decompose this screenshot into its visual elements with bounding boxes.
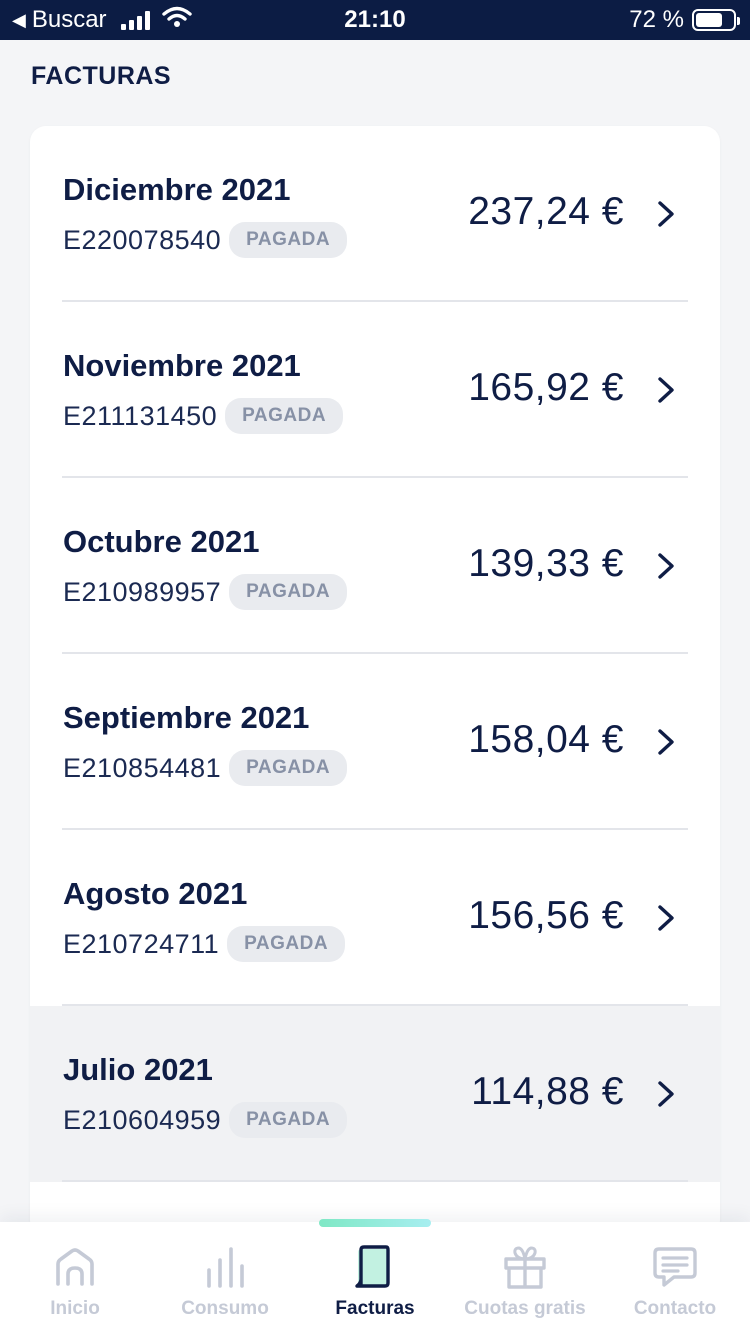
tab-inicio[interactable]: Inicio bbox=[0, 1222, 150, 1334]
tab-label: Contacto bbox=[633, 1298, 717, 1319]
tab-contacto[interactable]: Contacto bbox=[600, 1222, 750, 1334]
chevron-right-icon bbox=[658, 553, 674, 579]
chat-icon bbox=[652, 1246, 698, 1288]
invoice-amount: 237,24 € bbox=[468, 190, 624, 233]
invoice-amount: 156,56 € bbox=[468, 894, 624, 937]
invoice-number: E210724711 bbox=[63, 928, 220, 959]
invoice-number: E210604959 bbox=[63, 1104, 222, 1135]
home-icon bbox=[53, 1246, 97, 1288]
invoice-row[interactable]: Diciembre 2021 E220078540 PAGADA 237,24 … bbox=[30, 126, 720, 302]
back-label: Buscar bbox=[31, 6, 107, 33]
invoice-number: E211131450 bbox=[63, 400, 218, 431]
status-badge: PAGADA bbox=[229, 1102, 348, 1138]
status-bar: ◀ Buscar 21:10 72 % bbox=[0, 0, 750, 40]
invoice-amount: 114,88 € bbox=[471, 1070, 624, 1113]
chevron-right-icon bbox=[658, 1081, 674, 1107]
invoice-month: Diciembre 2021 bbox=[63, 172, 291, 207]
tab-label: Consumo bbox=[181, 1298, 269, 1319]
status-badge: PAGADA bbox=[229, 574, 348, 610]
tab-label: Facturas bbox=[335, 1298, 415, 1319]
tab-label: Inicio bbox=[50, 1298, 100, 1319]
invoice-amount: 139,33 € bbox=[468, 542, 624, 585]
bar-chart-icon bbox=[203, 1246, 247, 1288]
battery-fill bbox=[696, 13, 722, 27]
status-badge: PAGADA bbox=[227, 926, 346, 962]
chevron-right-icon bbox=[658, 377, 674, 403]
tab-consumo[interactable]: Consumo bbox=[150, 1222, 300, 1334]
cellular-signal-icon bbox=[120, 10, 150, 30]
back-triangle-icon: ◀ bbox=[12, 10, 26, 30]
chevron-right-icon bbox=[658, 905, 674, 931]
invoice-month: Noviembre 2021 bbox=[63, 348, 301, 383]
gift-icon bbox=[502, 1246, 548, 1289]
invoice-number: E220078540 bbox=[63, 224, 222, 255]
invoice-month: Octubre 2021 bbox=[63, 524, 260, 559]
invoice-row[interactable]: Octubre 2021 E210989957 PAGADA 139,33 € bbox=[30, 478, 720, 654]
tab-facturas[interactable]: Facturas bbox=[300, 1222, 450, 1334]
invoice-icon bbox=[352, 1245, 398, 1288]
invoice-amount: 158,04 € bbox=[468, 718, 624, 761]
page-title: FACTURAS bbox=[31, 62, 172, 90]
back-to-search[interactable]: ◀ Buscar bbox=[12, 0, 192, 40]
status-badge: PAGADA bbox=[225, 398, 344, 434]
tab-cuotas-gratis[interactable]: Cuotas gratis bbox=[450, 1222, 600, 1334]
status-badge: PAGADA bbox=[229, 222, 348, 258]
invoice-amount: 165,92 € bbox=[468, 366, 624, 409]
invoice-month: Agosto 2021 bbox=[63, 876, 248, 911]
invoice-row[interactable]: Noviembre 2021 E211131450 PAGADA 165,92 … bbox=[30, 302, 720, 478]
chevron-right-icon bbox=[658, 729, 674, 755]
invoice-number: E210989957 bbox=[63, 576, 222, 607]
bottom-tab-bar: Inicio Consumo Facturas Cuotas gratis Co… bbox=[0, 1219, 750, 1334]
status-badge: PAGADA bbox=[229, 750, 348, 786]
battery-icon bbox=[692, 9, 740, 31]
invoice-number: E210854481 bbox=[63, 752, 222, 783]
invoice-month: Septiembre 2021 bbox=[63, 700, 310, 735]
invoice-row[interactable]: Septiembre 2021 E210854481 PAGADA 158,04… bbox=[30, 654, 720, 830]
row-divider bbox=[62, 1180, 688, 1182]
invoice-list: Diciembre 2021 E220078540 PAGADA 237,24 … bbox=[30, 126, 720, 1236]
wifi-icon bbox=[161, 6, 192, 35]
invoice-row[interactable]: Julio 2021 E210604959 PAGADA 114,88 € bbox=[30, 1006, 720, 1182]
invoice-month: Julio 2021 bbox=[63, 1052, 213, 1087]
battery-status: 72 % bbox=[629, 0, 740, 40]
chevron-right-icon bbox=[658, 201, 674, 227]
battery-percent: 72 % bbox=[629, 6, 684, 33]
invoice-row[interactable]: Agosto 2021 E210724711 PAGADA 156,56 € bbox=[30, 830, 720, 1006]
tab-label: Cuotas gratis bbox=[464, 1298, 586, 1319]
